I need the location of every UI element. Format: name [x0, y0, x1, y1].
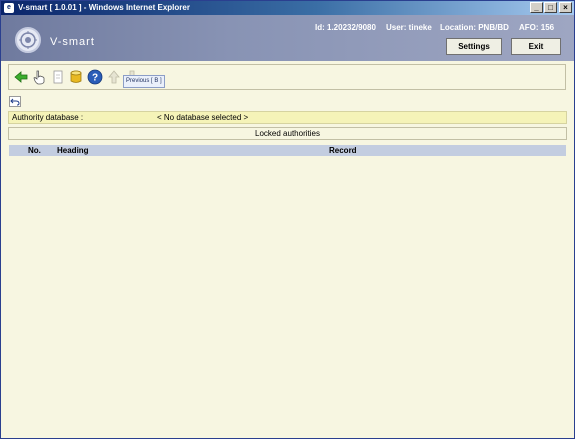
location: Location: PNB/BD	[440, 23, 509, 32]
column-heading[interactable]: Heading	[57, 145, 89, 156]
app-header: V-smart Id: 1.20232/9080 User: tineke Lo…	[1, 15, 574, 61]
close-button[interactable]: ×	[559, 2, 572, 13]
column-record[interactable]: Record	[329, 145, 357, 156]
maximize-button[interactable]: □	[544, 2, 557, 13]
undo-icon	[10, 98, 20, 106]
authority-database-value[interactable]: < No database selected >	[157, 113, 248, 122]
up-arrow-icon[interactable]	[106, 69, 122, 85]
undo-button[interactable]	[9, 96, 21, 107]
hand-pointer-icon[interactable]	[31, 69, 47, 85]
minimize-button[interactable]: _	[530, 2, 543, 13]
window-title: V-smart [ 1.0.01 ] - Windows Internet Ex…	[18, 3, 190, 12]
document-icon[interactable]	[50, 69, 66, 85]
session-id: Id: 1.20232/9080	[315, 23, 376, 32]
column-no[interactable]: No.	[28, 145, 41, 156]
exit-button[interactable]: Exit	[511, 38, 561, 55]
logo-text: V-smart	[50, 36, 95, 48]
vsmart-logo-icon	[15, 27, 41, 53]
app-icon: e	[4, 3, 14, 13]
window-titlebar: e V-smart [ 1.0.01 ] - Windows Internet …	[1, 1, 574, 15]
help-icon[interactable]: ?	[87, 69, 103, 85]
afo-number: AFO: 156	[519, 23, 555, 32]
section-title: Locked authorities	[8, 127, 567, 140]
authority-database-label: Authority database :	[12, 113, 84, 122]
database-icon[interactable]	[68, 69, 84, 85]
settings-button[interactable]: Settings	[446, 38, 502, 55]
user-name: User: tineke	[386, 23, 432, 32]
browser-window: e V-smart [ 1.0.01 ] - Windows Internet …	[0, 0, 575, 439]
table-header: No. Heading Record	[9, 145, 566, 156]
previous-tooltip: Previous [ B ]	[123, 75, 165, 88]
svg-text:?: ?	[92, 73, 98, 84]
back-arrow-icon[interactable]	[13, 69, 29, 85]
authority-database-row[interactable]: Authority database : < No database selec…	[8, 111, 567, 124]
toolbar: ?	[8, 64, 566, 90]
